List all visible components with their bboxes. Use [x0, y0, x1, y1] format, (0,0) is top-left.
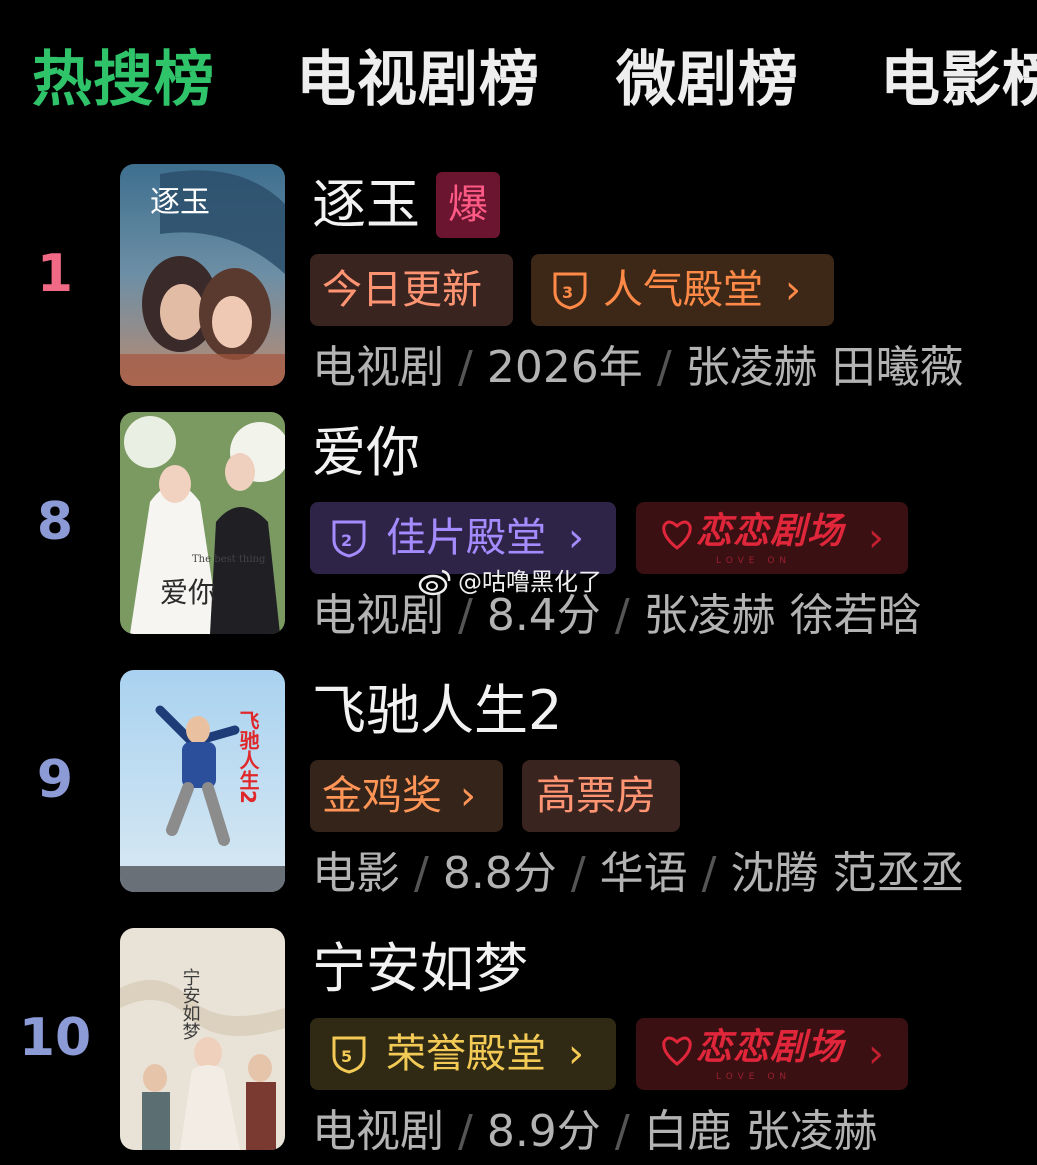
svg-text:爱你: 爱你: [160, 576, 216, 609]
tab-bar: 热搜榜 电视剧榜 微剧榜 电影榜: [0, 0, 1037, 150]
badge-high-box-office[interactable]: 高票房: [522, 760, 680, 832]
badge-honor-hall[interactable]: 5 荣誉殿堂 ›: [310, 1018, 616, 1090]
love-theater-tag[interactable]: 恋恋剧场 LOVE ON ›: [636, 502, 908, 574]
rank-number: 9: [36, 750, 74, 810]
movie-poster-icon: 飞驰人生2: [120, 670, 285, 892]
chevron-right-icon: ›: [868, 1031, 884, 1077]
item-title[interactable]: 逐玉: [312, 170, 420, 240]
poster-image[interactable]: 逐玉: [120, 164, 285, 386]
item-meta: 电视剧/2026年 / 张凌赫 田曦薇: [312, 342, 964, 393]
tab-movie[interactable]: 电影榜: [880, 40, 1037, 120]
rank-number: 8: [36, 492, 74, 552]
item-title[interactable]: 飞驰人生2: [312, 676, 562, 746]
rank-number: 1: [36, 244, 74, 304]
tab-tv-drama[interactable]: 电视剧榜: [296, 40, 540, 120]
shield-level-icon: 3: [553, 272, 587, 310]
list-item[interactable]: 9 飞驰人生2 飞驰人生2 金鸡奖 › 高票房 电影/8.8分 / 华语 / 沈腾 范丞: [0, 670, 1037, 900]
tab-hot-search[interactable]: 热搜榜: [32, 40, 215, 120]
svg-text:3: 3: [562, 283, 573, 302]
shield-level-icon: 2: [332, 520, 366, 558]
rank-number: 10: [18, 1008, 92, 1068]
drama-poster-icon: 爱你 The best thing: [120, 412, 285, 634]
poster-image[interactable]: 爱你 The best thing: [120, 412, 285, 634]
chevron-right-icon: ›: [785, 267, 801, 313]
love-theater-tag[interactable]: 恋恋剧场 LOVE ON ›: [636, 1018, 908, 1090]
poster-image[interactable]: 飞驰人生2: [120, 670, 285, 892]
badge-golden-rooster[interactable]: 金鸡奖 ›: [310, 760, 503, 832]
heart-icon: [662, 1036, 692, 1066]
item-meta: 电视剧/8.9分 / 白鹿 张凌赫: [312, 1106, 878, 1157]
svg-text:5: 5: [341, 1047, 352, 1066]
badge-popularity-hall[interactable]: 3 人气殿堂 ›: [531, 254, 834, 326]
poster-title-text: 逐玉: [150, 185, 210, 220]
item-meta: 电影/8.8分 / 华语 / 沈腾 范丞丞: [312, 848, 965, 899]
chevron-right-icon: ›: [868, 515, 884, 561]
svg-text:飞驰人生2: 飞驰人生2: [236, 710, 260, 804]
svg-text:宁安如梦: 宁安如梦: [180, 968, 201, 1040]
hot-badge: 爆: [436, 172, 500, 238]
list-item[interactable]: 1 逐玉 逐玉 爆 今日更新 3 人气殿堂 › 电视剧 / 2026年 / 张凌…: [0, 164, 1037, 394]
item-title[interactable]: 宁安如梦: [312, 934, 528, 1004]
list-item[interactable]: 8 爱你 The best thing 爱你 2 佳片殿堂 › 恋恋剧场 LOV…: [0, 412, 1037, 642]
svg-text:The best thing: The best thing: [192, 554, 266, 565]
poster-image[interactable]: 宁安如梦: [120, 928, 285, 1150]
tab-micro-drama[interactable]: 微剧榜: [616, 40, 799, 120]
chevron-right-icon: ›: [460, 773, 476, 819]
item-title[interactable]: 爱你: [312, 418, 420, 488]
badge-fine-film-hall[interactable]: 2 佳片殿堂 ›: [310, 502, 616, 574]
drama-poster-icon: 宁安如梦: [120, 928, 285, 1150]
drama-poster-icon: 逐玉: [120, 164, 285, 386]
weibo-logo-icon: [418, 569, 451, 596]
heart-icon: [662, 520, 692, 550]
watermark: @咕噜黑化了: [458, 568, 602, 596]
chevron-right-icon: ›: [568, 1031, 584, 1077]
shield-level-icon: 5: [332, 1036, 366, 1074]
item-meta: 电视剧/8.4分 / 张凌赫 徐若晗: [312, 590, 922, 641]
list-item[interactable]: 10 宁安如梦 宁安如梦 5 荣誉殿堂 › 恋恋剧场 LOVE ON › 电视剧…: [0, 928, 1037, 1158]
svg-text:2: 2: [341, 531, 352, 550]
badge-today-update[interactable]: 今日更新: [310, 254, 513, 326]
chevron-right-icon: ›: [568, 515, 584, 561]
